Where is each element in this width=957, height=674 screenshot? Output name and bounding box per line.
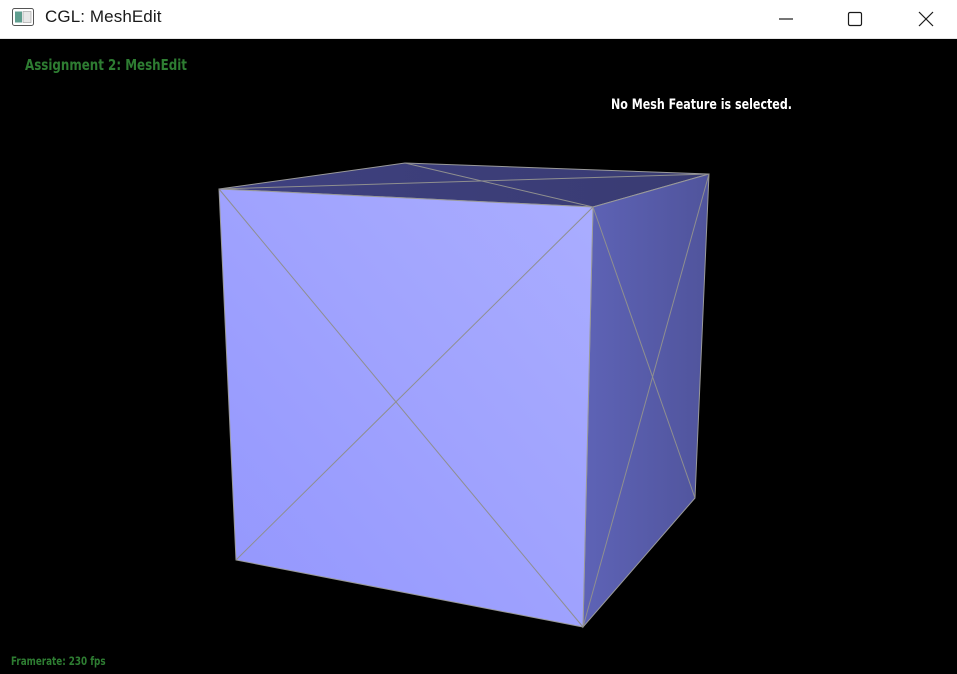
assignment-title: Assignment 2: MeshEdit: [25, 56, 187, 74]
app-icon: [12, 8, 34, 26]
maximize-button[interactable]: [832, 0, 878, 38]
framerate-readout: Framerate: 230 fps: [11, 654, 106, 668]
maximize-icon: [847, 11, 863, 27]
close-button[interactable]: [903, 0, 949, 38]
selection-status: No Mesh Feature is selected.: [611, 97, 792, 113]
cube-front-face[interactable]: [218, 188, 594, 628]
render-viewport[interactable]: Assignment 2: MeshEdit No Mesh Feature i…: [0, 39, 957, 674]
minimize-icon: [779, 18, 793, 20]
window-title: CGL: MeshEdit: [45, 7, 162, 26]
title-bar[interactable]: CGL: MeshEdit: [0, 0, 957, 39]
close-icon: [918, 11, 934, 27]
minimize-button[interactable]: [763, 0, 809, 38]
cube-mesh[interactable]: [0, 39, 957, 674]
app-window: CGL: MeshEdit Assignment 2: MeshEdit No …: [0, 0, 957, 674]
